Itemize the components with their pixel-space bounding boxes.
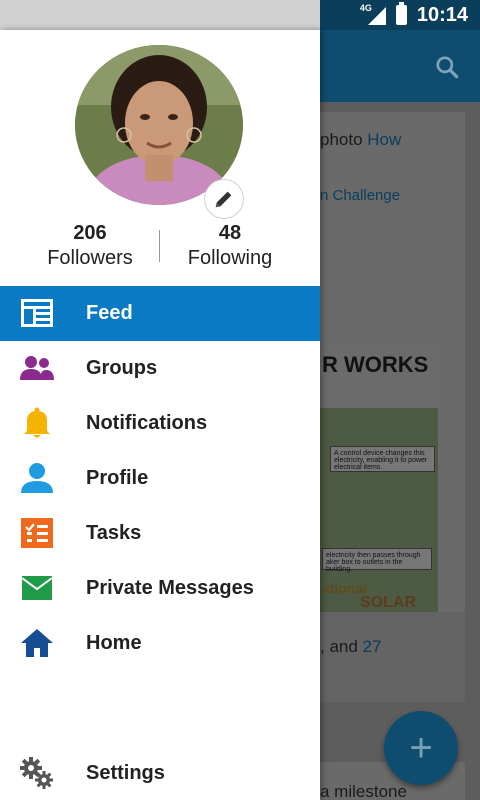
menu-item-label: Settings xyxy=(86,762,165,784)
menu-item-profile[interactable]: Profile xyxy=(0,451,320,506)
menu-item-tasks[interactable]: Tasks xyxy=(0,506,320,561)
status-bar-drawer-area xyxy=(0,0,320,30)
person-icon xyxy=(20,462,54,494)
bell-icon xyxy=(20,407,54,439)
followers-count: 206 xyxy=(73,222,107,244)
feed-link[interactable]: n Challenge xyxy=(320,187,400,204)
tasks-icon xyxy=(20,517,54,549)
follow-stats: 206 Followers 48 Following xyxy=(0,222,320,272)
signal-icon: 4G xyxy=(360,3,386,25)
menu-item-label: Tasks xyxy=(86,522,142,544)
menu-item-settings[interactable]: Settings xyxy=(0,746,320,800)
menu-item-notifications[interactable]: Notifications xyxy=(0,396,320,451)
clock: 10:14 xyxy=(416,3,468,26)
poster-caption: electricity then passes through aker box… xyxy=(322,548,432,573)
add-fab-button[interactable]: + xyxy=(384,711,458,785)
mail-icon xyxy=(20,572,54,604)
menu-item-groups[interactable]: Groups xyxy=(0,341,320,396)
following-label: Following xyxy=(187,247,273,269)
feed-text-line: , and 27 xyxy=(320,637,382,656)
menu-item-feed[interactable]: Feed xyxy=(0,286,320,341)
menu-item-label: Groups xyxy=(86,357,158,379)
menu-item-private-messages[interactable]: Private Messages xyxy=(0,561,320,616)
feed-text-line: photo How xyxy=(320,130,402,149)
following-count: 48 xyxy=(218,222,242,244)
pencil-icon xyxy=(215,191,232,208)
edit-profile-button[interactable] xyxy=(204,179,244,219)
menu-item-label: Profile xyxy=(86,467,149,489)
menu-item-label: Private Messages xyxy=(86,577,254,599)
poster-title: R WORKS xyxy=(322,352,429,377)
settings-gear-icon xyxy=(20,757,54,789)
feed-text-line: a milestone xyxy=(320,782,407,800)
drawer-menu: Feed Groups Notifications Profile Tasks … xyxy=(0,286,320,671)
feed-icon xyxy=(20,297,54,329)
groups-icon xyxy=(20,352,54,384)
navigation-drawer: 206 Followers 48 Following Feed Groups N… xyxy=(0,30,320,800)
home-icon xyxy=(20,627,54,659)
stats-divider xyxy=(159,230,160,262)
followers-stat[interactable]: 206 Followers xyxy=(20,222,160,270)
menu-item-label: Feed xyxy=(86,302,133,324)
menu-item-label: Home xyxy=(86,632,142,654)
status-icons: 4G 10:14 xyxy=(360,2,468,27)
profile-header xyxy=(75,45,245,219)
poster-caption: A control device changes this electricit… xyxy=(330,446,435,472)
menu-item-label: Notifications xyxy=(86,412,208,434)
status-bar: 4G 10:14 xyxy=(0,0,480,30)
battery-icon xyxy=(395,2,407,25)
menu-item-home[interactable]: Home xyxy=(0,616,320,671)
search-icon[interactable] xyxy=(434,54,460,80)
following-stat[interactable]: 48 Following xyxy=(160,222,300,270)
followers-label: Followers xyxy=(47,247,133,269)
